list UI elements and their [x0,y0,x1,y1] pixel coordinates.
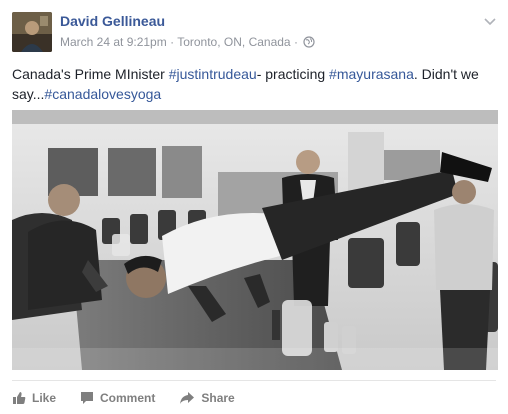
post-photo[interactable] [12,110,498,370]
author-name[interactable]: David Gellineau [60,13,165,29]
post-meta: March 24 at 9:21pm · Toronto, ON, Canada… [60,35,315,51]
share-arrow-icon [180,392,195,404]
caption-text: Canada's Prime MInister [12,66,169,82]
thumbs-up-icon [13,392,26,404]
post-actions: Like Comment Share [12,388,259,408]
share-label: Share [201,391,235,405]
post-date[interactable]: March 24 at 9:21pm [60,35,167,49]
meta-separator: · [170,35,175,49]
comment-label: Comment [100,391,156,405]
post-location[interactable]: Toronto, ON, Canada [177,35,290,49]
hashtag-link[interactable]: #mayurasana [329,66,414,82]
avatar[interactable] [12,12,52,52]
globe-icon[interactable] [303,36,315,51]
comment-button[interactable]: Comment [80,391,155,405]
chevron-down-icon[interactable] [484,14,496,32]
action-divider [12,380,496,381]
meta-separator: · [293,35,298,49]
like-label: Like [32,391,57,405]
post-caption: Canada's Prime MInister #justintrudeau- … [12,64,496,104]
hashtag-link[interactable]: #justintrudeau [169,66,257,82]
caption-text: - practicing [256,66,330,82]
hashtag-link[interactable]: #canadalovesyoga [44,86,161,102]
comment-icon [81,392,94,404]
facebook-post: David Gellineau March 24 at 9:21pm · Tor… [0,0,508,414]
share-button[interactable]: Share [179,391,235,405]
like-button[interactable]: Like [12,391,56,405]
